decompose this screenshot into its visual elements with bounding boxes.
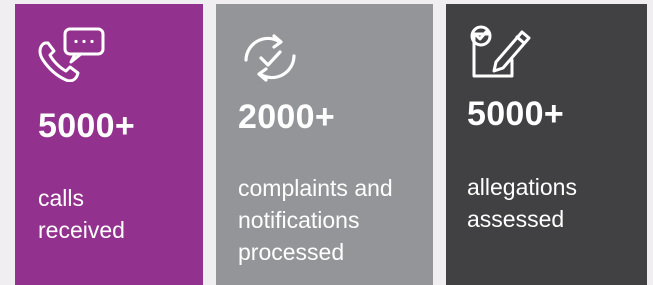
- stat-label: allegations assessed: [467, 171, 577, 235]
- stat-label-line: processed: [238, 239, 345, 265]
- stat-value: 2000+: [238, 98, 335, 136]
- stat-label-line: notifications: [238, 207, 360, 233]
- stat-card-calls: 5000+ calls received: [15, 4, 203, 285]
- stat-card-allegations: 5000+ allegations assessed: [446, 4, 647, 285]
- stat-value: 5000+: [467, 95, 564, 133]
- stat-label: complaints and notifications processed: [238, 172, 393, 268]
- checklist-pen-icon: [466, 24, 538, 80]
- stat-label-line: complaints and: [238, 175, 393, 201]
- stat-label-line: received: [38, 217, 125, 243]
- stat-label-line: calls: [38, 185, 85, 211]
- stat-value: 5000+: [38, 107, 135, 145]
- stat-label-line: allegations: [467, 174, 577, 200]
- stat-label-line: assessed: [467, 206, 565, 232]
- stats-panel: 5000+ calls received 2000+ complaints an…: [0, 0, 653, 285]
- stat-card-complaints: 2000+ complaints and notifications proce…: [216, 4, 433, 285]
- stat-label: calls received: [38, 182, 125, 246]
- refresh-check-icon: [234, 30, 306, 86]
- phone-chat-icon: [35, 26, 107, 82]
